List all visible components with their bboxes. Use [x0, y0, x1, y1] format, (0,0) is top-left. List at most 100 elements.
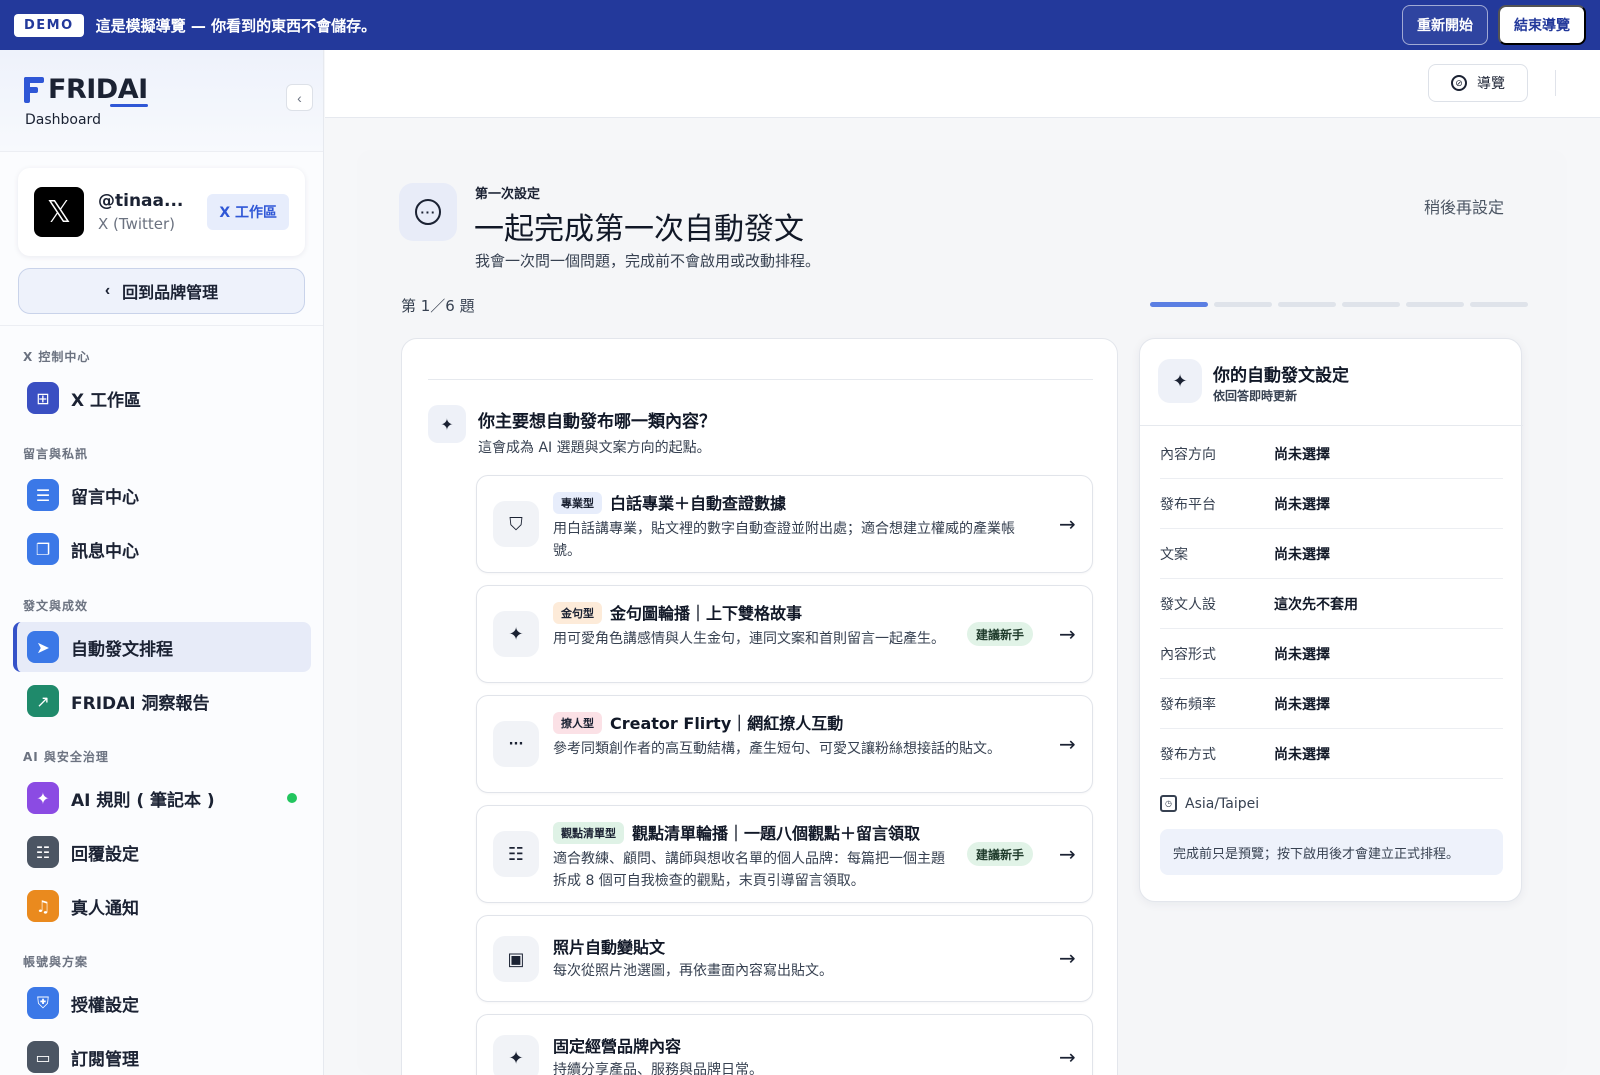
progress-segment	[1214, 302, 1272, 307]
option-title: 照片自動變貼文	[553, 934, 665, 958]
sidebar-item-authorization[interactable]: ⛨ 授權設定	[13, 978, 311, 1028]
grid-icon: ⊞	[27, 382, 59, 414]
summary-key: 發布方式	[1160, 746, 1216, 763]
trend-icon: ↗	[27, 685, 59, 717]
page-title: 一起完成第一次自動發文	[474, 212, 804, 247]
sidebar-item-auto-post[interactable]: ➤ 自動發文排程	[13, 622, 311, 672]
option-card-quote[interactable]: ✦ 金句型 金句圖輪播｜上下雙格故事 用可愛角色講感情與人生金句，連同文案和首則留…	[476, 585, 1093, 683]
option-card-brand[interactable]: ✦ 固定經營品牌內容 持續分享產品、服務與品牌日常。 →	[476, 1014, 1093, 1075]
sidebar-item-ai-rules[interactable]: ✦ AI 規則 ( 筆記本 )	[13, 773, 311, 823]
sidebar-item-label: 留言中心	[71, 487, 139, 508]
summary-key: 發布平台	[1160, 496, 1216, 513]
arrow-right-icon: →	[1059, 622, 1076, 646]
sidebar-item-messages[interactable]: ❐ 訊息中心	[13, 524, 311, 574]
summary-title: 你的自動發文設定	[1213, 366, 1349, 386]
option-description: 用可愛角色講感情與人生金句，連同文案和首則留言一起產生。	[553, 631, 945, 647]
sidebar-item-insights[interactable]: ↗ FRIDAI 洞察報告	[13, 676, 311, 726]
option-card-checklist[interactable]: ☷ 觀點清單型 觀點清單輪播｜一題八個觀點＋留言領取 適合教練、顧問、講師與想收名…	[476, 805, 1093, 903]
progress-segment	[1278, 302, 1336, 307]
summary-key: 文案	[1160, 546, 1188, 563]
wizard-eyebrow: 第一次設定	[475, 187, 541, 202]
summary-row: 發布平台 尚未選擇	[1160, 479, 1503, 529]
arrow-right-icon: →	[1059, 842, 1076, 866]
option-tag: 觀點清單型	[553, 822, 624, 844]
sidebar-item-subscription[interactable]: ▭ 訂閱管理	[13, 1032, 311, 1075]
question-subtitle: 這會成為 AI 選題與文案方向的起點。	[478, 440, 711, 456]
progress-segment	[1406, 302, 1464, 307]
option-title: 金句型 金句圖輪播｜上下雙格故事	[553, 600, 802, 624]
question-title: 你主要想自動發布哪一類內容？	[478, 412, 716, 432]
sidebar-item-label: AI 規則 ( 筆記本 )	[71, 790, 215, 811]
setup-later-link[interactable]: 稍後再設定	[1424, 194, 1504, 218]
sidebar-item-label: 授權設定	[71, 995, 139, 1016]
sidebar-item-human-notify[interactable]: ♫ 真人通知	[13, 881, 311, 931]
arrow-right-icon: →	[1059, 512, 1076, 536]
workspace-badge[interactable]: X 工作區	[207, 194, 289, 230]
sparkle-icon: ✦	[1158, 359, 1202, 403]
option-title-text: 固定經營品牌內容	[553, 1037, 682, 1056]
option-title: 專業型 白話專業＋自動查證數據	[553, 490, 786, 514]
sidebar-item-label: 自動發文排程	[71, 639, 173, 660]
option-title-text: 觀點清單輪播｜一題八個觀點＋留言領取	[632, 824, 921, 843]
sliders-icon: ☷	[27, 836, 59, 868]
option-title-text: 白話專業＋自動查證數據	[610, 494, 787, 513]
chat-bubble-icon: ···	[493, 721, 539, 767]
demo-banner-text: 這是模擬導覽 — 你看到的東西不會儲存。	[95, 16, 377, 35]
summary-row: 發文人設 這次先不套用	[1160, 579, 1503, 629]
topbar: ⊘ 導覽	[325, 50, 1600, 118]
sidebar-item-x-workspace[interactable]: ⊞ X 工作區	[13, 373, 311, 423]
arrow-right-icon: →	[1059, 732, 1076, 756]
logo-area: FRIDAI Dashboard ‹	[0, 50, 323, 152]
summary-row: 發布方式 尚未選擇	[1160, 729, 1503, 779]
option-title-text: Creator Flirty｜網紅撩人互動	[610, 714, 844, 733]
option-description: 適合教練、顧問、講師與想收名單的個人品牌：每篇把一個主題拆成 8 個可自我檢查的…	[553, 851, 945, 889]
end-tour-button[interactable]: 結束導覽	[1498, 5, 1586, 45]
logo-subtitle: Dashboard	[25, 112, 101, 128]
summary-value: 尚未選擇	[1274, 496, 1330, 513]
recommended-badge: 建議新手	[967, 622, 1033, 646]
back-to-brand-button[interactable]: ‹ 回到品牌管理	[18, 268, 305, 314]
progress-segment	[1342, 302, 1400, 307]
sidebar-item-reply-settings[interactable]: ☷ 回覆設定	[13, 827, 311, 877]
sidebar-item-comments[interactable]: ☰ 留言中心	[13, 470, 311, 520]
logo[interactable]: FRIDAI	[24, 74, 148, 107]
nav-group-title: AI 與安全治理	[23, 750, 109, 764]
option-card-photo[interactable]: ▣ 照片自動變貼文 每次從照片池選圖，再依畫面內容寫出貼文。 →	[476, 915, 1093, 1002]
timezone: ◷ Asia/Taipei	[1160, 795, 1259, 812]
summary-key: 內容方向	[1160, 446, 1216, 463]
topbar-divider	[1555, 70, 1556, 96]
nav-group-title: 留言與私訊	[23, 447, 89, 461]
setup-wizard: ··· 第一次設定 一起完成第一次自動發文 我會一次問一個問題，完成前不會啟用或…	[357, 150, 1567, 1075]
option-title-text: 金句圖輪播｜上下雙格故事	[610, 604, 803, 623]
option-card-professional[interactable]: ⛉ 專業型 白話專業＋自動查證數據 用白話講專業，貼文裡的數字自動查證並附出處；適…	[476, 475, 1093, 573]
option-tag: 撩人型	[553, 712, 602, 734]
sidebar-item-label: FRIDAI 洞察報告	[71, 693, 210, 714]
sidebar-item-label: 訂閱管理	[71, 1049, 139, 1070]
summary-row: 內容形式 尚未選擇	[1160, 629, 1503, 679]
shield-check-icon: ⛉	[493, 501, 539, 547]
account-card[interactable]: 𝕏 @tinaa... X (Twitter) X 工作區	[18, 168, 305, 256]
page-description: 我會一次問一個問題，完成前不會啟用或改動排程。	[475, 252, 821, 270]
option-card-flirty[interactable]: ··· 撩人型 Creator Flirty｜網紅撩人互動 參考同類創作者的高互動…	[476, 695, 1093, 793]
checklist-icon: ☷	[493, 831, 539, 877]
arrow-right-icon: →	[1059, 1045, 1076, 1069]
collapse-sidebar-button[interactable]: ‹	[286, 84, 313, 111]
demo-badge: DEMO	[14, 13, 84, 37]
guide-button[interactable]: ⊘ 導覽	[1428, 64, 1528, 102]
option-description: 每次從照片池選圖，再依畫面內容寫出貼文。	[553, 963, 833, 979]
divider	[428, 379, 1093, 380]
option-description: 用白話講專業，貼文裡的數字自動查證並附出處；適合想建立權威的產業帳號。	[553, 521, 1015, 559]
option-title-text: 照片自動變貼文	[553, 938, 666, 957]
option-description: 持續分享產品、服務與品牌日常。	[553, 1062, 763, 1075]
summary-row: 發布頻率 尚未選擇	[1160, 679, 1503, 729]
option-title: 撩人型 Creator Flirty｜網紅撩人互動	[553, 710, 843, 734]
progress-segment	[1150, 302, 1208, 307]
sidebar-item-label: 訊息中心	[71, 541, 139, 562]
nav-group-title: X 控制中心	[23, 350, 91, 364]
summary-value: 尚未選擇	[1274, 546, 1330, 563]
account-platform: X (Twitter)	[98, 215, 176, 233]
summary-value: 尚未選擇	[1274, 446, 1330, 463]
calendar-clock-icon: ◷	[1160, 795, 1177, 812]
summary-value: 這次先不套用	[1274, 596, 1358, 613]
restart-tour-button[interactable]: 重新開始	[1402, 5, 1488, 45]
